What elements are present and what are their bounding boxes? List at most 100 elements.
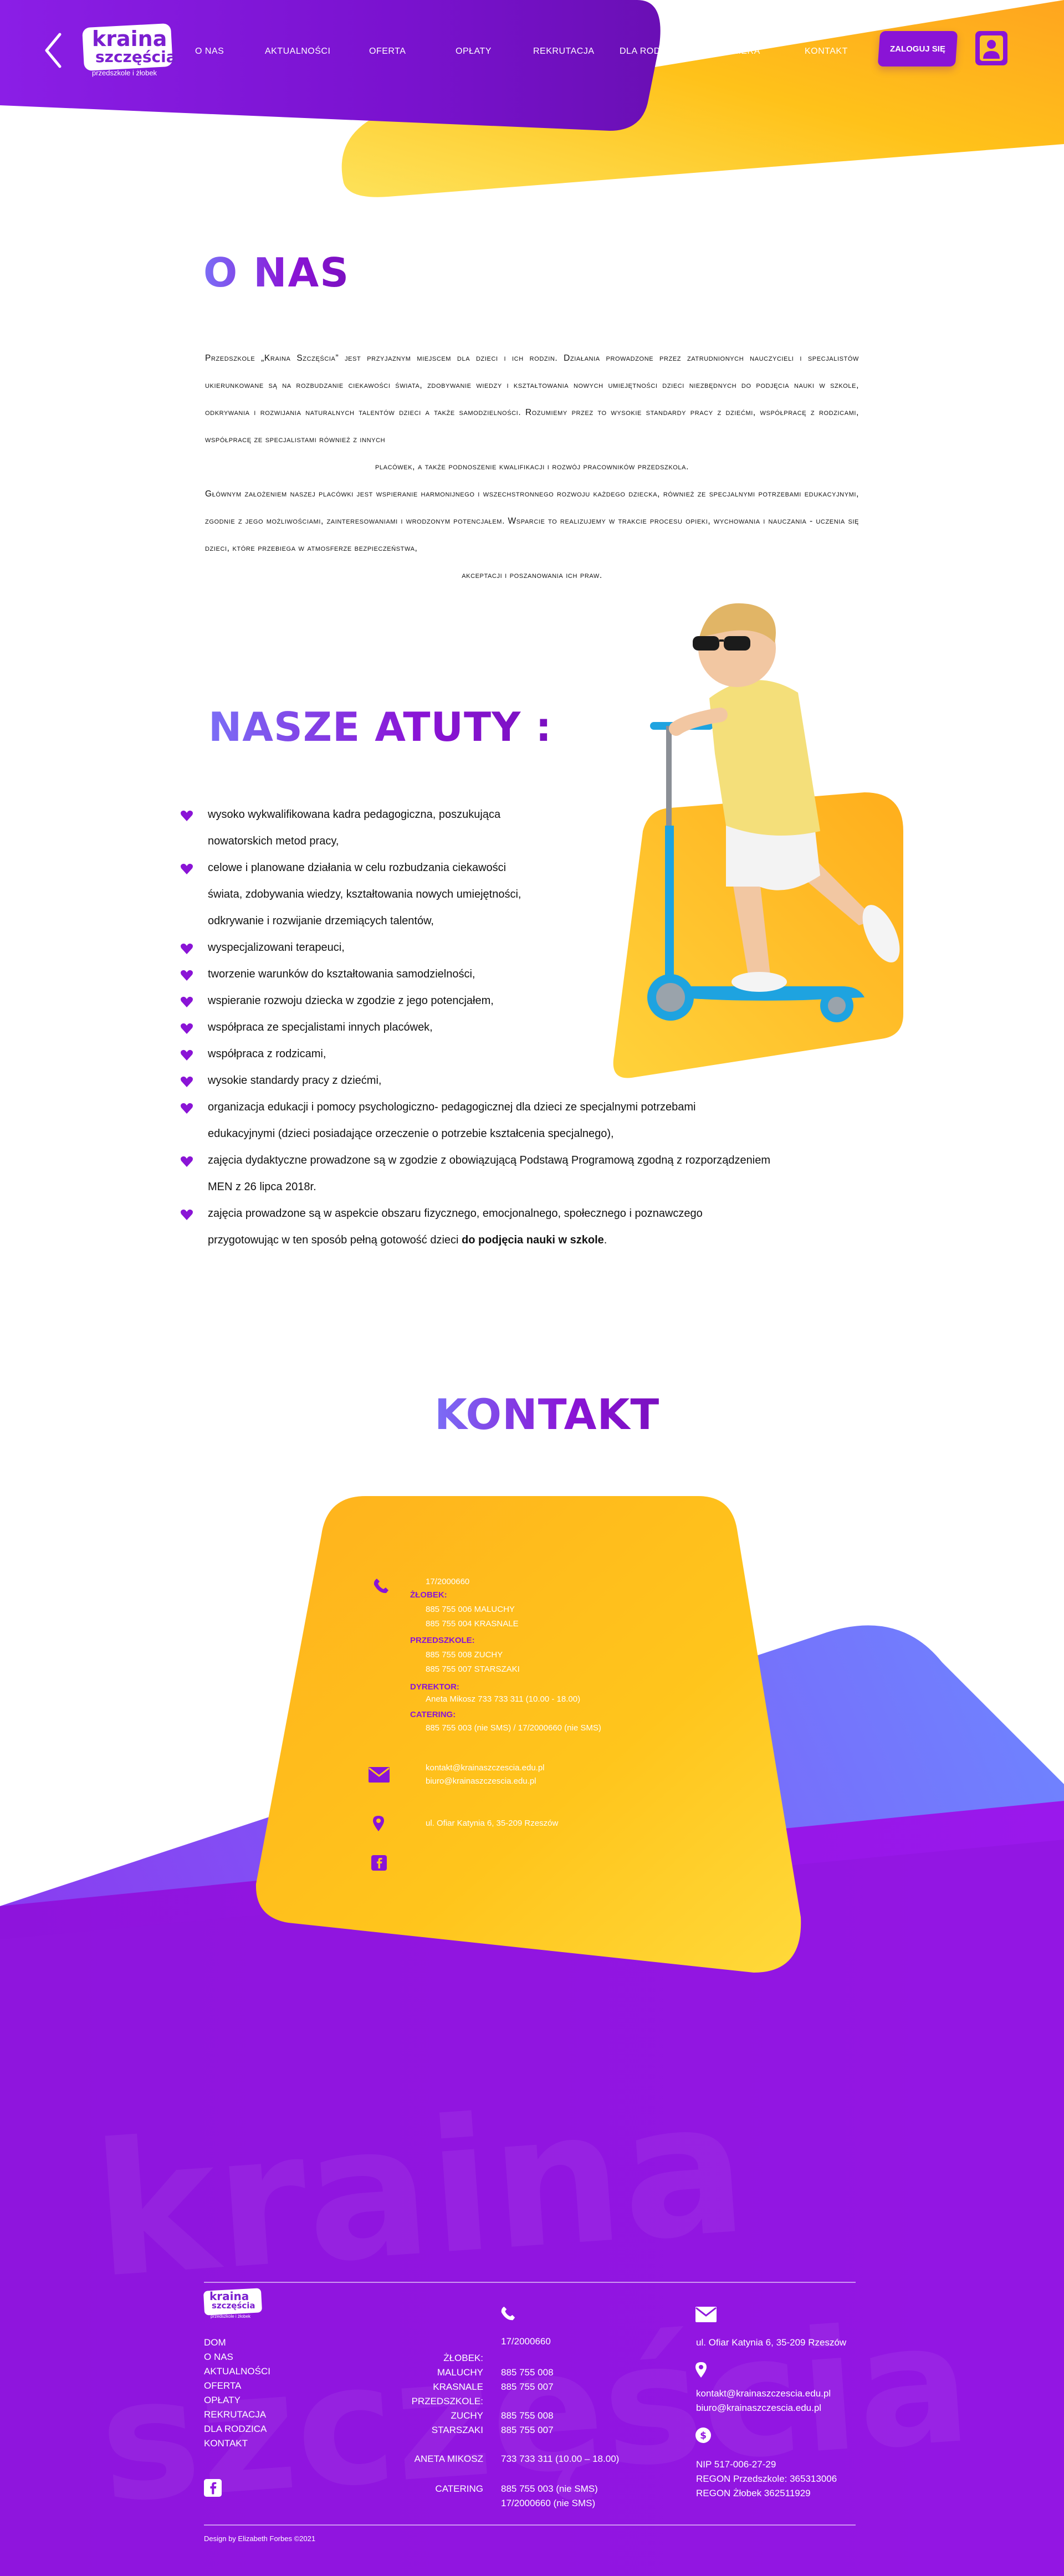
list-item: wysoko wykwalifikowana kadra pedagogiczn… [180,801,867,828]
card-przedszkole-2[interactable]: 885 755 007 STARSZAKI [426,1665,520,1674]
watermark-line1: kraina [88,2061,753,2319]
facebook-icon[interactable] [371,1855,387,1871]
footer-maluchy-label: MALUCHY [437,2367,483,2378]
card-zlobek-1[interactable]: 885 755 006 MALUCHY [426,1605,515,1614]
list-item: zajęcia dydaktyczne prowadzone są w zgod… [180,1147,867,1174]
heart-icon [181,943,193,954]
heart-icon [181,1076,193,1087]
footer-catering-label: CATERING [435,2483,483,2494]
footer-dollar-icon: $ [695,2428,711,2443]
footer-regon1: REGON Przedszkole: 365313006 [696,2473,837,2484]
footer-starszaki-label: STARSZAKI [431,2425,483,2435]
footer-maluchy-value[interactable]: 885 755 008 [501,2367,554,2378]
heart-icon [181,1156,193,1167]
list-item: wyspecjalizowani terapeuci, [180,934,867,961]
list-item: nowatorskich metod pracy, [208,835,339,847]
nav-kariera[interactable]: KARIERA [719,47,760,57]
list-item: organizacja edukacji i pomocy psychologi… [180,1094,867,1120]
footer-nip: NIP 517-006-27-29 [696,2459,776,2470]
list-item: wysokie standardy pracy z dziećmi, [180,1067,867,1094]
footer-starszaki-value[interactable]: 885 755 007 [501,2425,554,2436]
card-email-2[interactable]: biuro@krainaszczescia.edu.pl [426,1776,536,1786]
footer-logo-line2: szczęścia [212,2301,255,2311]
atuty-title: NASZE ATUTY : [208,704,553,750]
footer-phone-main[interactable]: 17/2000660 [501,2336,551,2347]
heart-icon [181,1209,193,1220]
footer-menu-item-dla-rodzica[interactable]: DLA RODZICA [204,2422,270,2436]
footer-email-2[interactable]: biuro@krainaszczescia.edu.pl [696,2403,821,2414]
footer-logo-sub: przedszkole i żłobek [211,2314,251,2319]
onas-paragraph2-end: akceptacji i poszanowania ich praw. [462,571,602,580]
footer-menu-item-kontakt[interactable]: KONTAKT [204,2436,270,2451]
footer-menu-item-oferta[interactable]: OFERTA [204,2379,270,2393]
footer-aneta-label: ANETA MIKOSZ [414,2454,483,2464]
nav-oplaty[interactable]: OPŁATY [456,47,492,57]
card-dyrektor-value[interactable]: Aneta Mikosz 733 733 311 (10.00 - 18.00) [426,1694,580,1704]
footer-regon2: REGON Żłobek 362511929 [696,2488,811,2498]
footer-address[interactable]: ul. Ofiar Katynia 6, 35-209 Rzeszów [696,2337,846,2348]
envelope-icon [369,1767,390,1783]
footer-facebook-icon[interactable] [204,2479,222,2497]
footer-zlobek-label: ŻŁOBEK: [443,2353,483,2363]
footer-menu-item-o-nas[interactable]: O NAS [204,2350,270,2364]
list-item: współpraca z rodzicami, [180,1041,867,1067]
logo-subtitle: przedszkole i żłobek [92,69,157,77]
footer-logo[interactable]: kraina szczęścia przedszkole i żłobek [203,2287,265,2321]
location-pin-icon [373,1816,384,1831]
card-email-1[interactable]: kontakt@krainaszczescia.edu.pl [426,1763,545,1773]
heart-icon [181,1049,193,1061]
footer-menu-item-aktualnosci[interactable]: AKTUALNOŚCI [204,2364,270,2379]
card-przedszkole-1[interactable]: 885 755 008 ZUCHY [426,1650,503,1660]
heart-icon [181,1023,193,1034]
footer-catering-value2[interactable]: 17/2000660 (nie SMS) [501,2498,595,2509]
footer-email-1[interactable]: kontakt@krainaszczescia.edu.pl [696,2388,831,2399]
login-button[interactable]: ZALOGUJ SIĘ [877,31,958,66]
heart-icon [181,1103,193,1114]
list-item: przygotowując w ten sposób pełną gotowoś… [208,1234,607,1246]
list-item: odkrywanie i rozwijanie drzemiących tale… [208,915,434,927]
card-catering-value[interactable]: 885 755 003 (nie SMS) / 17/2000660 (nie … [426,1723,601,1733]
onas-paragraph1-end: placówek, a także podnoszenie kwalifikac… [375,462,689,472]
list-item: świata, zdobywania wiedzy, kształtowania… [208,888,521,900]
footer-catering-value1[interactable]: 885 755 003 (nie SMS) [501,2483,598,2495]
footer-menu-item-dom[interactable]: DOM [204,2336,270,2350]
footer-menu-item-rekrutacja[interactable]: REKRUTACJA [204,2408,270,2422]
nav-aktualnosci[interactable]: AKTUALNOŚCI [265,47,330,57]
nav-oferta[interactable]: OFERTA [369,47,406,57]
list-item: celowe i planowane działania w celu rozb… [180,854,867,881]
heart-icon [181,970,193,981]
footer-menu-item-oplaty[interactable]: OPŁATY [204,2393,270,2408]
footer-krasnale-value[interactable]: 885 755 007 [501,2382,554,2393]
footer-aneta-value[interactable]: 733 733 311 (10.00 – 18.00) [501,2454,619,2465]
onas-paragraph1: Przedszkole „Kraina Szczęścia” jest przy… [205,354,859,444]
footer-zuchy-value[interactable]: 885 755 008 [501,2410,554,2421]
svg-text:$: $ [700,2430,707,2441]
footer-envelope-icon [695,2307,717,2322]
nav-dla-rodzica[interactable]: DLA RODZICA [620,47,682,57]
nav-o-nas[interactable]: O NAS [195,47,224,57]
phone-icon [374,1579,388,1594]
onas-text: Przedszkole „Kraina Szczęścia” jest przy… [205,345,859,589]
footer-bottom-divider [204,2524,856,2526]
list-item: zajęcia prowadzone są w aspekcie obszaru… [180,1200,867,1227]
nav-rekrutacja[interactable]: REKRUTACJA [533,47,595,57]
list-item: edukacyjnymi (dzieci posiadające orzecze… [208,1128,614,1140]
heart-icon [181,996,193,1007]
nav-kontakt[interactable]: KONTAKT [805,47,848,57]
card-phone-main[interactable]: 17/2000660 [426,1577,469,1586]
card-zlobek-2[interactable]: 885 755 004 KRASNALE [426,1619,519,1628]
user-button[interactable] [975,31,1007,65]
card-dyrektor-label: DYREKTOR: [410,1682,459,1692]
footer-przedszkole-label: PRZEDSZKOLE: [411,2396,483,2406]
list-item: wspieranie rozwoju dziecka w zgodzie z j… [180,987,867,1014]
user-icon [980,35,1003,61]
footer-zuchy-label: ZUCHY [451,2410,483,2421]
atuty-bold-text: do podjęcia nauki w szkole [462,1234,604,1246]
kontakt-title: KONTAKT [434,1390,660,1439]
heart-icon [181,810,193,821]
card-zlobek-label: ŻŁOBEK: [410,1590,447,1600]
card-address[interactable]: ul. Ofiar Katynia 6, 35-209 Rzeszów [426,1819,558,1828]
atuty-list: wysoko wykwalifikowana kadra pedagogiczn… [180,801,867,1253]
list-item: tworzenie warunków do kształtowania samo… [180,961,867,987]
footer-menu: DOM O NAS AKTUALNOŚCI OFERTA OPŁATY REKR… [204,2336,270,2451]
